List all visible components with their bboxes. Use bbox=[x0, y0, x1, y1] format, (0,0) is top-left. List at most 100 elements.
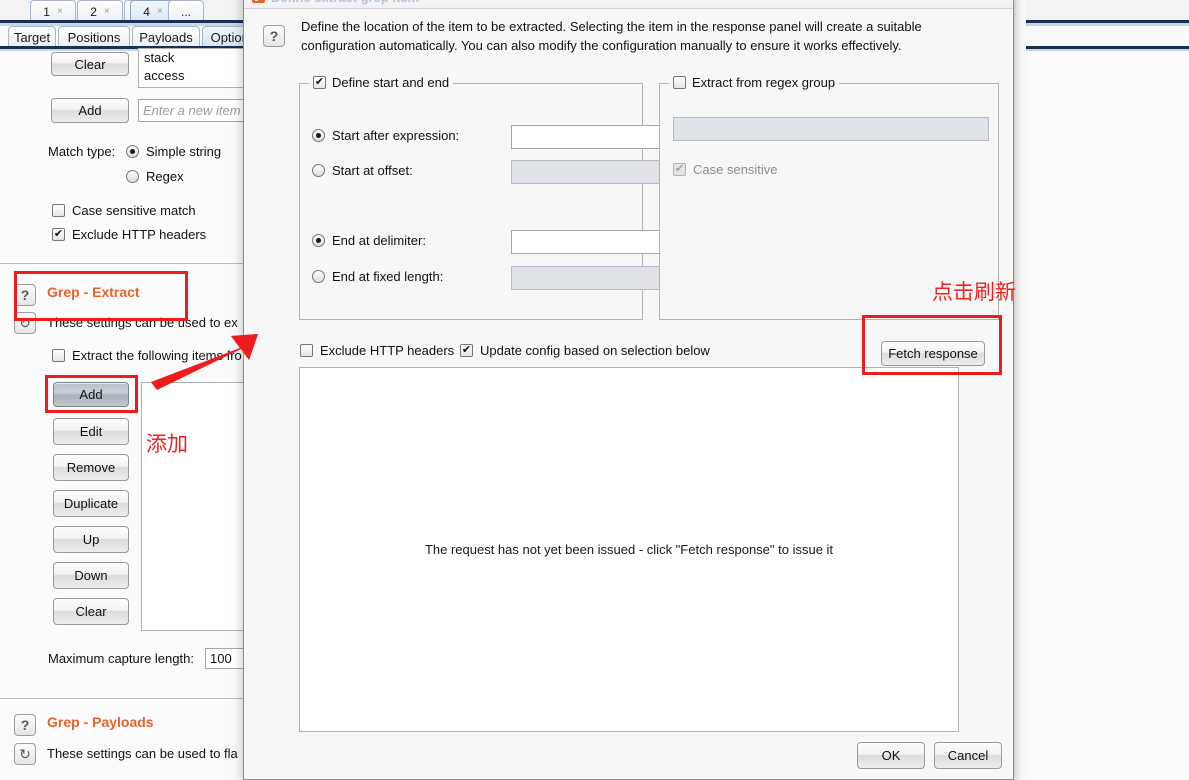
regex-case-sensitive-checkbox-icon[interactable] bbox=[673, 163, 686, 176]
regex-pattern-input[interactable] bbox=[673, 117, 989, 141]
define-start-and-end-legend[interactable]: Define start and end bbox=[309, 75, 454, 90]
start-after-expression-input[interactable] bbox=[511, 125, 674, 149]
exclude-http-headers-checkbox-icon[interactable] bbox=[52, 228, 65, 241]
dialog-update-config-label: Update config based on selection below bbox=[480, 343, 710, 358]
end-at-delimiter-label: End at delimiter: bbox=[332, 233, 426, 248]
annotation-box-grep-extract bbox=[14, 271, 188, 321]
numbered-tab-overflow-label: ... bbox=[180, 4, 191, 19]
dialog-help-icon[interactable]: ? bbox=[263, 25, 285, 47]
numbered-tab-2-close-icon[interactable]: × bbox=[104, 6, 110, 17]
screenshot-root: 1 × 2 × 3 × 4 × ... Target bbox=[0, 0, 1189, 780]
new-item-input[interactable] bbox=[138, 99, 258, 122]
extract-clear-button-label: Clear bbox=[75, 604, 107, 619]
tab-target[interactable]: Target bbox=[8, 26, 56, 48]
match-type-simple-string-option[interactable]: Simple string bbox=[126, 144, 221, 159]
extract-items-checkbox-row[interactable]: Extract the following items fro bbox=[52, 348, 242, 363]
extract-duplicate-button-label: Duplicate bbox=[63, 496, 119, 511]
extract-up-button[interactable]: Up bbox=[53, 526, 129, 553]
match-type-regex-option[interactable]: Regex bbox=[126, 169, 184, 184]
max-capture-length-label: Maximum capture length: bbox=[48, 651, 194, 666]
end-at-delimiter-input[interactable] bbox=[511, 230, 674, 254]
extract-from-regex-legend[interactable]: Extract from regex group bbox=[669, 75, 840, 90]
annotation-box-fetch-response bbox=[862, 315, 1002, 375]
tab-payloads-label: Payloads bbox=[139, 29, 193, 45]
end-at-fixed-length-input[interactable] bbox=[511, 266, 674, 290]
extract-clear-button[interactable]: Clear bbox=[53, 598, 129, 625]
start-after-expression-label: Start after expression: bbox=[332, 128, 460, 143]
end-at-fixed-length-label: End at fixed length: bbox=[332, 269, 444, 284]
numbered-tab-1[interactable]: 1 × bbox=[30, 0, 76, 22]
define-start-and-end-label: Define start and end bbox=[332, 75, 450, 90]
ok-button[interactable]: OK bbox=[857, 742, 925, 769]
radio-regex-icon[interactable] bbox=[126, 170, 139, 183]
extract-items-checkbox-icon[interactable] bbox=[52, 349, 65, 362]
extract-from-regex-checkbox-icon[interactable] bbox=[673, 76, 686, 89]
payload-list[interactable]: stack access bbox=[138, 48, 258, 88]
define-start-and-end-checkbox-icon[interactable] bbox=[313, 76, 326, 89]
radio-simple-string-icon[interactable] bbox=[126, 145, 139, 158]
clear-payload-button-label: Clear bbox=[74, 56, 106, 72]
add-payload-button[interactable]: Add bbox=[51, 98, 129, 123]
grep-payloads-help-icon[interactable]: ? bbox=[14, 714, 36, 736]
start-at-offset-input[interactable] bbox=[511, 160, 674, 184]
case-sensitive-match-checkbox-icon[interactable] bbox=[52, 204, 65, 217]
end-at-fixed-length-row[interactable]: End at fixed length: bbox=[312, 269, 443, 284]
numbered-tab-2[interactable]: 2 × bbox=[77, 0, 123, 22]
numbered-tab-4-close-icon[interactable]: × bbox=[157, 6, 163, 17]
payload-list-item-stack[interactable]: stack bbox=[139, 49, 257, 66]
dialog-exclude-headers-row[interactable]: Exclude HTTP headers bbox=[300, 343, 454, 358]
cancel-button-label: Cancel bbox=[947, 748, 989, 763]
response-panel[interactable]: The request has not yet been issued - cl… bbox=[299, 367, 959, 732]
extract-duplicate-button[interactable]: Duplicate bbox=[53, 490, 129, 517]
add-payload-button-label: Add bbox=[78, 103, 102, 118]
regex-case-sensitive-label: Case sensitive bbox=[693, 162, 778, 177]
regex-case-sensitive-row[interactable]: Case sensitive bbox=[673, 162, 778, 177]
extract-remove-button[interactable]: Remove bbox=[53, 454, 129, 481]
radio-end-at-fixed-length-icon[interactable] bbox=[312, 270, 325, 283]
grep-payloads-refresh-icon[interactable]: ↻ bbox=[14, 743, 36, 765]
burp-logo-icon bbox=[252, 0, 265, 3]
start-at-offset-label: Start at offset: bbox=[332, 163, 413, 178]
extract-down-button-label: Down bbox=[74, 568, 108, 583]
extract-remove-button-label: Remove bbox=[66, 460, 116, 475]
dialog-update-config-row[interactable]: Update config based on selection below bbox=[460, 343, 710, 358]
end-at-delimiter-row[interactable]: End at delimiter: bbox=[312, 233, 426, 248]
case-sensitive-match-checkbox-row[interactable]: Case sensitive match bbox=[52, 203, 196, 218]
radio-start-at-offset-icon[interactable] bbox=[312, 164, 325, 177]
extract-down-button[interactable]: Down bbox=[53, 562, 129, 589]
extract-from-regex-label: Extract from regex group bbox=[692, 75, 836, 90]
match-type-simple-string-label: Simple string bbox=[146, 144, 222, 159]
dialog-titlebar[interactable]: Define extract grep item bbox=[244, 0, 1013, 9]
radio-end-at-delimiter-icon[interactable] bbox=[312, 234, 325, 247]
cancel-button[interactable]: Cancel bbox=[934, 742, 1002, 769]
dialog-help-icon-glyph: ? bbox=[269, 28, 279, 44]
extract-edit-button-label: Edit bbox=[79, 424, 103, 439]
numbered-tab-1-close-icon[interactable]: × bbox=[57, 6, 63, 17]
extract-edit-button[interactable]: Edit bbox=[53, 418, 129, 445]
clear-payload-button[interactable]: Clear bbox=[51, 52, 129, 76]
start-at-offset-row[interactable]: Start at offset: bbox=[312, 163, 413, 178]
payload-list-item-access[interactable]: access bbox=[139, 66, 257, 85]
grep-payloads-description: These settings can be used to fla bbox=[47, 746, 238, 761]
extract-up-button-label: Up bbox=[82, 532, 100, 547]
numbered-tab-overflow[interactable]: ... bbox=[168, 0, 204, 22]
annotation-text-refresh: 点击刷新 bbox=[932, 280, 1016, 304]
tab-positions[interactable]: Positions bbox=[58, 26, 130, 48]
numbered-tab-1-label: 1 bbox=[43, 4, 50, 19]
dialog-exclude-headers-checkbox-icon[interactable] bbox=[300, 344, 313, 357]
response-empty-message: The request has not yet been issued - cl… bbox=[424, 542, 834, 557]
tab-target-label: Target bbox=[13, 29, 51, 45]
extract-items-list[interactable] bbox=[141, 382, 246, 631]
numbered-tab-4-label: 4 bbox=[143, 4, 150, 19]
annotation-box-add-button bbox=[45, 375, 138, 413]
radio-start-after-expression-icon[interactable] bbox=[312, 129, 325, 142]
tab-payloads[interactable]: Payloads bbox=[132, 26, 200, 48]
exclude-http-headers-checkbox-row[interactable]: Exclude HTTP headers bbox=[52, 227, 206, 242]
dialog-update-config-checkbox-icon[interactable] bbox=[460, 344, 473, 357]
match-type-label: Match type: bbox=[48, 144, 116, 159]
dialog-exclude-headers-label: Exclude HTTP headers bbox=[320, 343, 455, 358]
dialog-body: ? Define the location of the item to be … bbox=[244, 9, 1013, 779]
match-type-regex-label: Regex bbox=[146, 169, 184, 184]
start-after-expression-row[interactable]: Start after expression: bbox=[312, 128, 459, 143]
case-sensitive-match-label: Case sensitive match bbox=[72, 203, 196, 218]
